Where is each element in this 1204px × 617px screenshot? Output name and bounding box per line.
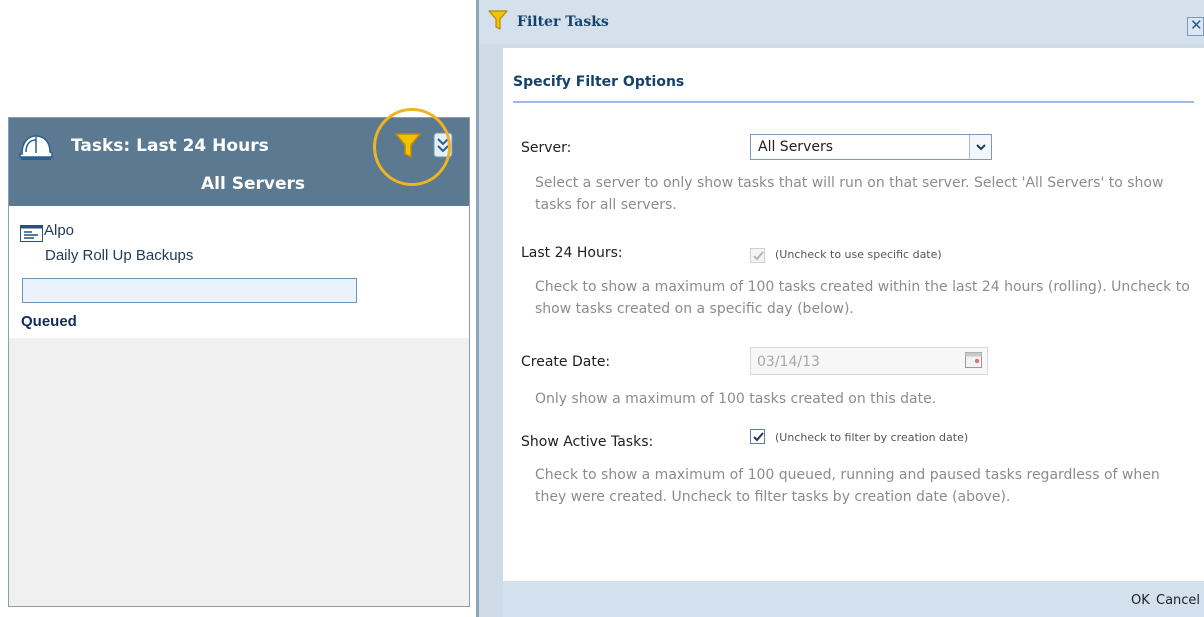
task-icon <box>20 225 43 242</box>
last-24-hours-checkbox[interactable] <box>750 248 765 263</box>
show-active-tasks-checkbox[interactable] <box>750 429 765 444</box>
filter-funnel-icon <box>488 10 508 30</box>
last-24-hours-label: Last 24 Hours: <box>521 245 623 261</box>
dialog-body: Specify Filter Options Server: All Serve… <box>503 48 1204 581</box>
filter-funnel-icon[interactable] <box>395 132 421 160</box>
task-name: Daily Roll Up Backups <box>45 247 194 264</box>
server-label: Server: <box>521 140 572 156</box>
server-help: Select a server to only show tasks that … <box>535 175 1164 213</box>
calendar-icon[interactable] <box>965 352 982 368</box>
close-icon: ✕ <box>1190 16 1203 34</box>
server-select[interactable]: All Servers <box>750 134 992 160</box>
dialog-title: Filter Tasks <box>517 14 609 30</box>
last-24-hours-help: Check to show a maximum of 100 tasks cre… <box>535 279 1190 317</box>
task-status: Queued <box>21 313 77 330</box>
ok-button[interactable]: OK <box>1131 593 1150 608</box>
dialog-titlebar[interactable]: Filter Tasks ✕ <box>479 0 1204 44</box>
tasks-panel-subtitle: All Servers <box>200 174 305 194</box>
dialog-footer: OK Cancel <box>503 581 1204 617</box>
cancel-button[interactable]: Cancel <box>1156 593 1200 608</box>
task-server: Alpo <box>44 222 75 239</box>
helmet-icon <box>19 135 53 160</box>
show-active-tasks-note: (Uncheck to filter by creation date) <box>775 431 969 444</box>
create-date-value: 03/14/13 <box>757 354 820 370</box>
heading-divider <box>513 101 1194 103</box>
create-date-help: Only show a maximum of 100 tasks created… <box>535 391 937 407</box>
show-active-tasks-label: Show Active Tasks: <box>521 434 654 450</box>
chevron-down-icon[interactable] <box>433 131 453 159</box>
chevron-down-icon[interactable] <box>969 135 991 159</box>
list-item[interactable]: Alpo Daily Roll Up Backups Queued <box>9 206 469 338</box>
tasks-panel-title: Tasks: Last 24 Hours <box>71 136 269 156</box>
tasks-panel-header: Tasks: Last 24 Hours All Servers <box>9 108 469 206</box>
last-24-hours-note: (Uncheck to use specific date) <box>775 248 942 261</box>
tasks-panel: Tasks: Last 24 Hours All Servers Alpo Da… <box>8 108 470 607</box>
task-progress-bar <box>22 278 357 303</box>
show-active-tasks-help: Check to show a maximum of 100 queued, r… <box>535 467 1160 505</box>
server-select-value: All Servers <box>758 139 834 155</box>
create-date-label: Create Date: <box>521 354 611 370</box>
dialog-heading: Specify Filter Options <box>513 74 685 90</box>
filter-tasks-dialog: Filter Tasks ✕ Specify Filter Options Se… <box>476 0 1204 617</box>
close-button[interactable]: ✕ <box>1187 16 1204 36</box>
create-date-field[interactable]: 03/14/13 <box>750 347 988 375</box>
